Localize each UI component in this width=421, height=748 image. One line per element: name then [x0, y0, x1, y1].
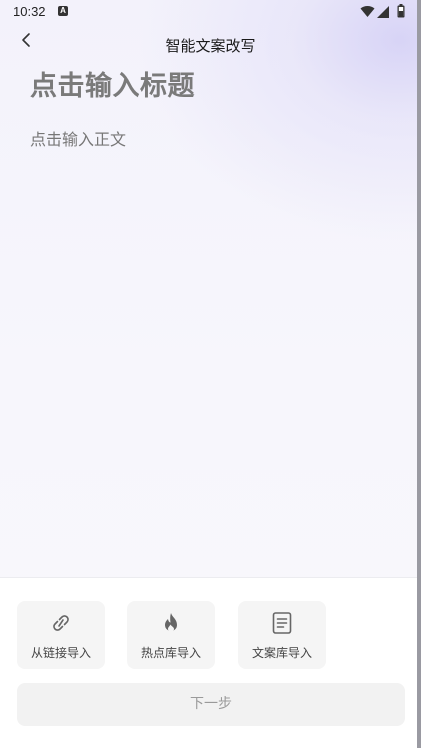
import-from-link-button[interactable]: 从链接导入: [17, 601, 105, 669]
app-screen: 10:32 A 智能文案改写 点击输入标题 点击输入正文 从链接导入 热点库导入…: [0, 0, 421, 748]
document-icon: [272, 612, 292, 634]
a-badge-icon: A: [58, 6, 68, 16]
import-from-link-label: 从链接导入: [30, 646, 91, 660]
import-from-library-label: 文案库导入: [251, 646, 312, 660]
bottom-panel: 从链接导入 热点库导入 文案库导入 下一步: [0, 577, 417, 748]
import-from-hot-label: 热点库导入: [140, 646, 201, 660]
link-icon: [53, 615, 69, 631]
wifi-icon: [360, 6, 375, 18]
next-step-button[interactable]: 下一步: [17, 683, 405, 726]
status-time: 10:32: [13, 4, 46, 19]
import-from-library-button[interactable]: 文案库导入: [238, 601, 326, 669]
title-input[interactable]: 点击输入标题: [30, 64, 195, 103]
flame-icon: [165, 613, 177, 632]
body-input[interactable]: 点击输入正文: [30, 126, 126, 150]
edge-scrollbar: [417, 0, 421, 748]
page-title: 智能文案改写: [165, 37, 256, 55]
status-bar: 10:32 A: [0, 0, 417, 24]
import-from-hot-button[interactable]: 热点库导入: [127, 601, 215, 669]
signal-icon: [377, 6, 389, 18]
battery-icon: [397, 4, 405, 18]
